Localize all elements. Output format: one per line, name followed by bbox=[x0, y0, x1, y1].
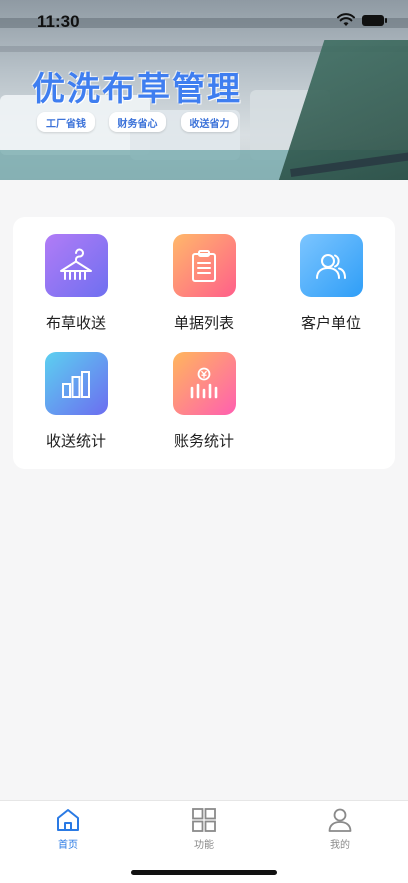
function-item-label: 收送统计 bbox=[45, 432, 106, 450]
linen-delivery-tile[interactable] bbox=[44, 234, 108, 297]
function-item-linen-delivery[interactable]: 布草收送 bbox=[16, 234, 136, 344]
battery-icon bbox=[362, 15, 387, 26]
banner-title: 优洗布草管理 bbox=[32, 69, 242, 108]
finance-stats-tile[interactable] bbox=[172, 352, 236, 415]
bar-chart-icon bbox=[62, 370, 90, 398]
users-icon bbox=[316, 253, 346, 279]
function-item-label: 账务统计 bbox=[173, 432, 234, 450]
status-time: 11:30 bbox=[37, 12, 80, 31]
tab-mine[interactable]: 我的 bbox=[300, 807, 380, 851]
delivery-stats-tile[interactable] bbox=[44, 352, 108, 415]
hanger-icon bbox=[60, 248, 92, 280]
function-item-customers[interactable]: 客户单位 bbox=[271, 234, 391, 344]
function-item-delivery-stats[interactable]: 收送统计 bbox=[16, 352, 136, 462]
customers-tile[interactable] bbox=[299, 234, 363, 297]
home-icon bbox=[57, 809, 79, 831]
home-indicator[interactable] bbox=[131, 870, 277, 875]
banner-tag: 工厂省钱 bbox=[37, 112, 95, 132]
tab-functions[interactable]: 功能 bbox=[164, 807, 244, 851]
tab-label: 首页 bbox=[58, 840, 78, 851]
person-icon bbox=[328, 808, 352, 832]
function-item-finance-stats[interactable]: 账务统计 bbox=[144, 352, 264, 462]
function-item-label: 单据列表 bbox=[173, 314, 234, 332]
function-card: 布草收送 单据列表 客户单位 收送统计 账务统计 bbox=[13, 217, 395, 469]
finance-chart-icon bbox=[190, 367, 218, 398]
function-item-order-list[interactable]: 单据列表 bbox=[144, 234, 264, 344]
tab-home[interactable]: 首页 bbox=[28, 807, 108, 851]
banner-tag: 收送省力 bbox=[181, 112, 238, 132]
banner-tag: 财务省心 bbox=[109, 112, 166, 132]
function-item-label: 布草收送 bbox=[45, 314, 106, 332]
tab-label: 我的 bbox=[330, 840, 350, 851]
grid-icon bbox=[192, 808, 216, 832]
tab-label: 功能 bbox=[194, 840, 214, 851]
order-list-tile[interactable] bbox=[172, 234, 236, 297]
wifi-icon bbox=[337, 13, 355, 26]
clipboard-icon bbox=[192, 249, 216, 282]
function-item-label: 客户单位 bbox=[300, 314, 361, 332]
